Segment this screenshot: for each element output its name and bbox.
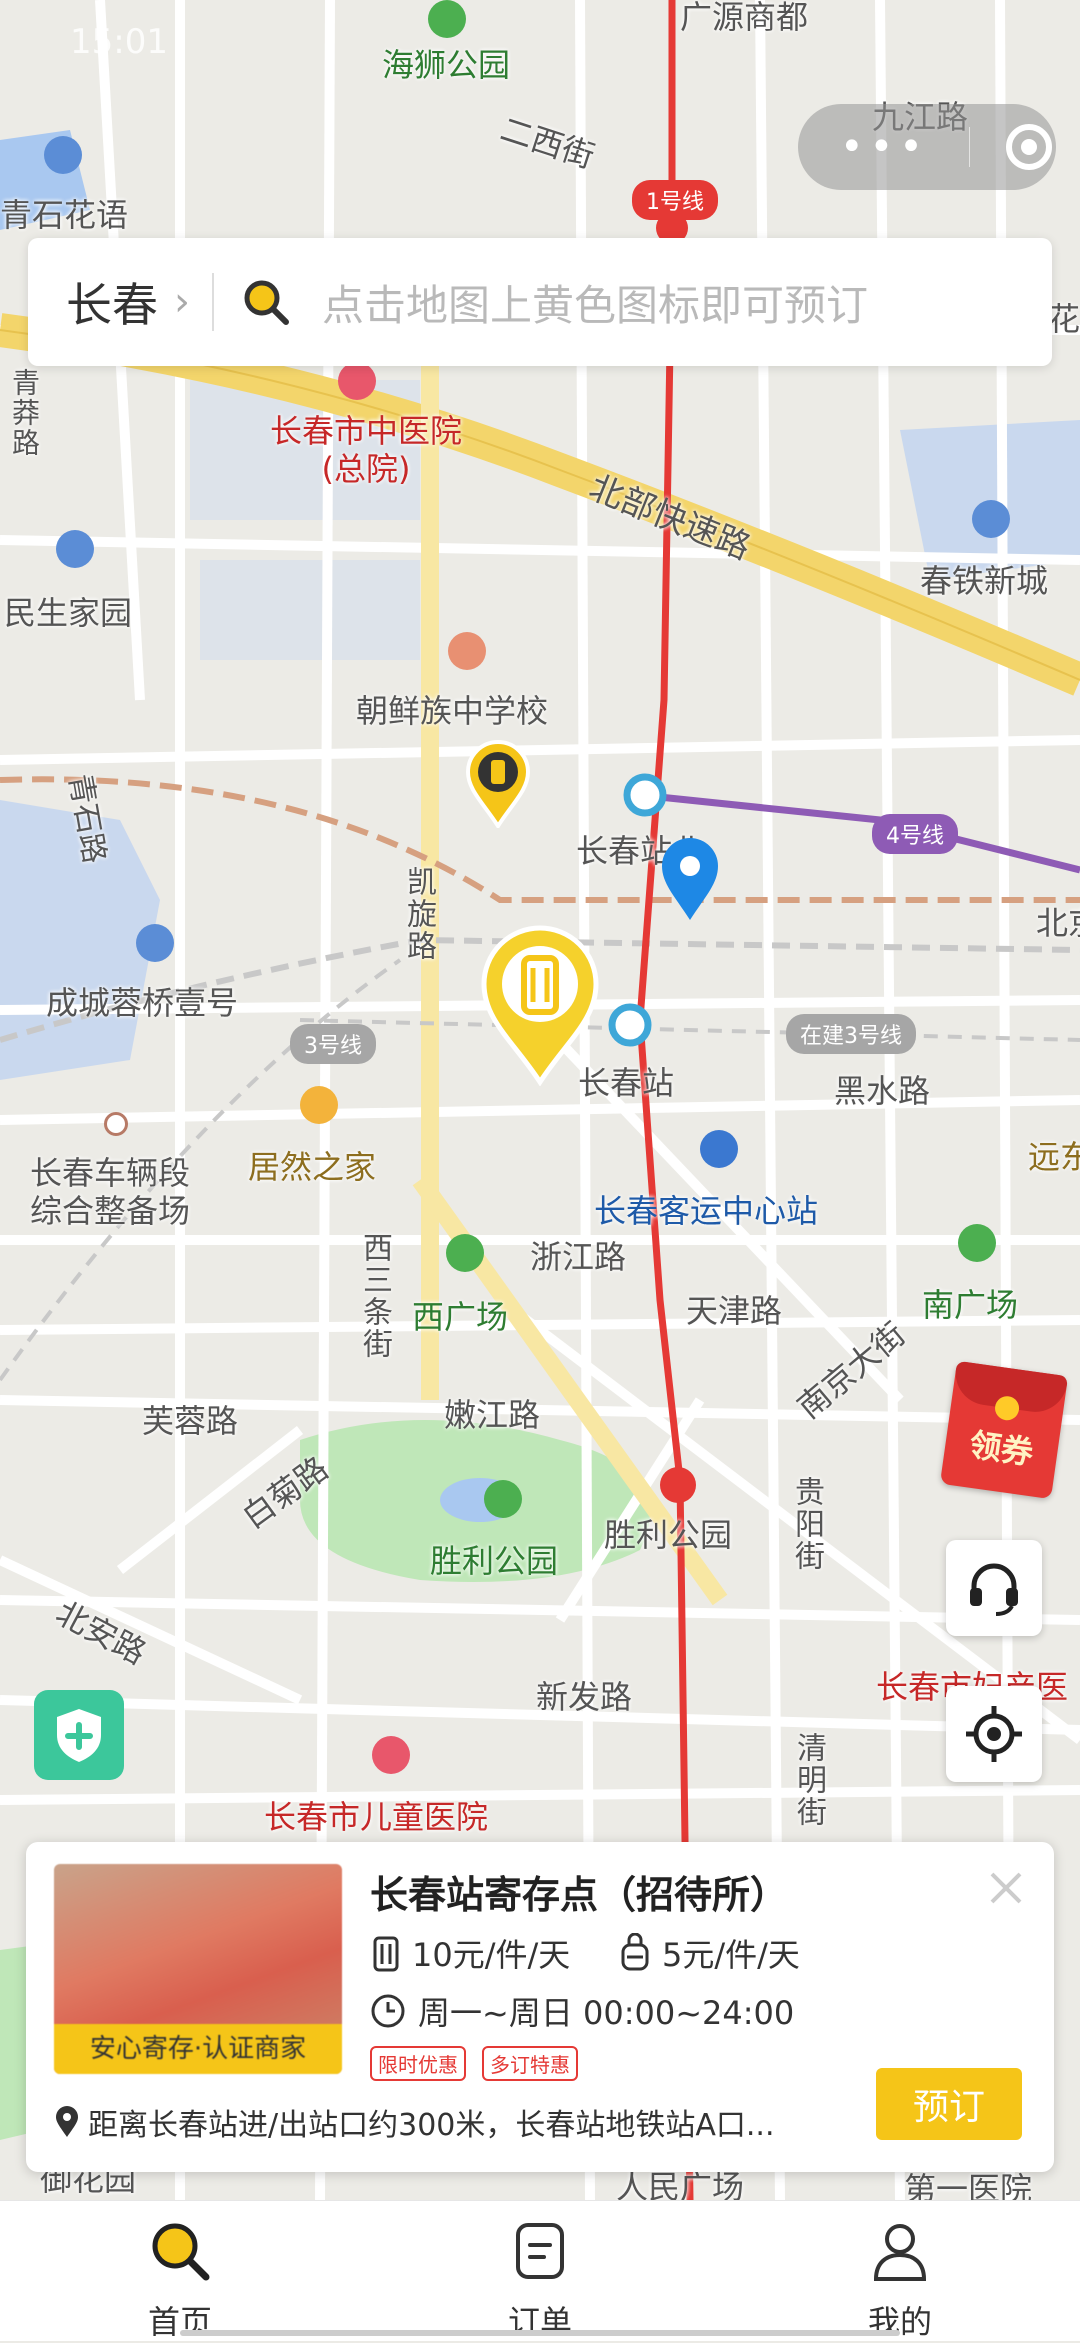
close-miniprogram-icon[interactable] [1005, 124, 1052, 170]
capsule-divider [968, 127, 970, 167]
business-hours: 周一~周日 00:00~24:00 [370, 1988, 794, 2034]
tab-orders-label: 订单 [507, 2303, 572, 2341]
close-icon[interactable] [978, 1860, 1034, 1916]
location-pin-icon [662, 838, 718, 920]
map-label: 春铁新城 [920, 562, 1049, 600]
map-label: 长春车辆段综合整备场 [30, 1154, 191, 1230]
tab-home-label: 首页 [147, 2303, 212, 2341]
status-bar: 15:01 [0, 0, 1080, 90]
hospital-icon [338, 362, 376, 400]
metro-line1-badge: 1号线 [632, 180, 718, 220]
map-label: 成城蓉桥壹号 [46, 984, 239, 1022]
storage-marker-selected[interactable] [478, 924, 602, 1086]
status-time: 15:01 [70, 22, 168, 62]
school-icon [448, 632, 486, 670]
promo-tag: 多订特惠 [482, 2046, 578, 2081]
shield-plus-icon [57, 1709, 101, 1762]
map-label: 芙蓉路 [142, 1402, 239, 1440]
metro-line3-building-badge: 在建3号线 [786, 1014, 916, 1054]
residential-icon [136, 924, 174, 962]
park-icon [446, 1234, 484, 1272]
residential-icon [56, 530, 94, 568]
store-photo: 安心寄存·认证商家 [54, 1864, 342, 2074]
price-large-luggage: 10元/件/天 [370, 1930, 570, 1976]
map-label: 清明街 [791, 1732, 826, 1828]
search-bar[interactable]: 长春 › 点击地图上黄色图标即可预订 [28, 238, 1052, 366]
map-label: 黑水路 [834, 1072, 931, 1110]
map-label: 凯旋路 [401, 866, 436, 962]
price-large-text: 10元/件/天 [412, 1936, 571, 1974]
residential-icon [44, 136, 82, 174]
customer-service-button[interactable] [946, 1540, 1042, 1636]
more-icon[interactable]: ••• [840, 127, 929, 167]
metro-line4-badge: 4号线 [872, 814, 958, 854]
small-bag-icon [621, 1933, 649, 1971]
store-address: 距离长春站进/出站口约300米，长春站地铁站A口... [54, 2100, 874, 2144]
map-label: 天津路 [686, 1292, 783, 1330]
headset-icon [970, 1563, 1018, 1616]
miniprogram-capsule[interactable]: ••• [798, 104, 1056, 190]
bottom-tab-bar: 首页 订单 我的 [0, 2200, 1080, 2341]
map-label: 北京 [1036, 904, 1080, 942]
map-label: 朝鲜族中学校 [356, 692, 549, 730]
map-label: 胜利公园 [604, 1516, 733, 1554]
tab-profile[interactable]: 我的 [820, 2219, 980, 2343]
search-input[interactable]: 点击地图上黄色图标即可预订 [322, 272, 868, 333]
search-icon [244, 280, 289, 325]
map-label: 花 [1048, 300, 1080, 338]
map-label: 民生家园 [4, 594, 133, 632]
map-label: 远东 [1028, 1138, 1080, 1176]
map-label: 居然之家 [248, 1148, 377, 1186]
map-label: 浙江路 [530, 1238, 627, 1276]
park-icon [484, 1480, 522, 1518]
map-label: 青莽路 [8, 368, 41, 458]
book-button[interactable]: 预订 [876, 2068, 1022, 2140]
business-hours-text: 周一~周日 00:00~24:00 [418, 1994, 795, 2032]
map-label: 南广场 [922, 1286, 1019, 1324]
map-label: 嫩江路 [444, 1396, 541, 1434]
user-icon [873, 2224, 927, 2281]
map-label: 长春客运中心站 [594, 1192, 819, 1230]
search-divider [212, 273, 214, 331]
crosshair-icon [966, 1706, 1022, 1762]
store-address-text: 距离长春站进/出站口约300米，长春站地铁站A口... [88, 2108, 775, 2143]
map-label: 西三条街 [357, 1232, 392, 1360]
city-selector[interactable]: 长春 [66, 269, 158, 335]
insurance-shield-button[interactable] [34, 1690, 124, 1780]
locate-button[interactable] [946, 1686, 1042, 1782]
map-label: 新发路 [536, 1678, 633, 1716]
storage-marker[interactable] [464, 738, 532, 828]
residential-icon [972, 500, 1010, 538]
bus-station-icon [700, 1130, 738, 1168]
order-icon [516, 2223, 564, 2279]
promo-tag: 限时优惠 [370, 2046, 466, 2081]
facility-icon [104, 1112, 128, 1136]
price-small-text: 5元/件/天 [662, 1936, 800, 1974]
chevron-right-icon[interactable]: › [174, 279, 190, 325]
location-icon [56, 2106, 78, 2137]
tab-home[interactable]: 首页 [100, 2219, 260, 2343]
tab-profile-label: 我的 [867, 2303, 932, 2341]
store-title: 长春站寄存点（招待所） [370, 1873, 789, 1917]
coupon-label: 领券 [967, 1425, 1036, 1473]
store-photo-caption: 安心寄存·认证商家 [54, 2024, 342, 2074]
map-label: 胜利公园 [430, 1542, 559, 1580]
map-label: 长春市中医院(总院) [269, 412, 462, 488]
shopping-icon [300, 1086, 338, 1124]
search-icon [152, 2223, 210, 2281]
map-label: 贵阳街 [789, 1476, 824, 1572]
map-label: 青石花语 [0, 196, 129, 234]
hospital-icon [372, 1736, 410, 1774]
coupon-button[interactable]: 领券 [939, 1360, 1069, 1500]
map-label: 长春市儿童医院 [264, 1798, 489, 1836]
clock-icon [371, 1994, 405, 2028]
store-info-card[interactable]: 安心寄存·认证商家 长春站寄存点（招待所） 10元/件/天 5元/件/天 周一~… [26, 1842, 1054, 2172]
tab-orders[interactable]: 订单 [460, 2219, 620, 2343]
home-indicator [180, 2330, 900, 2336]
price-small-luggage: 5元/件/天 [618, 1930, 800, 1976]
large-luggage-icon [373, 1936, 399, 1972]
map-label: 西广场 [412, 1298, 509, 1336]
metro-line3-badge: 3号线 [290, 1024, 376, 1064]
park-icon [958, 1224, 996, 1262]
